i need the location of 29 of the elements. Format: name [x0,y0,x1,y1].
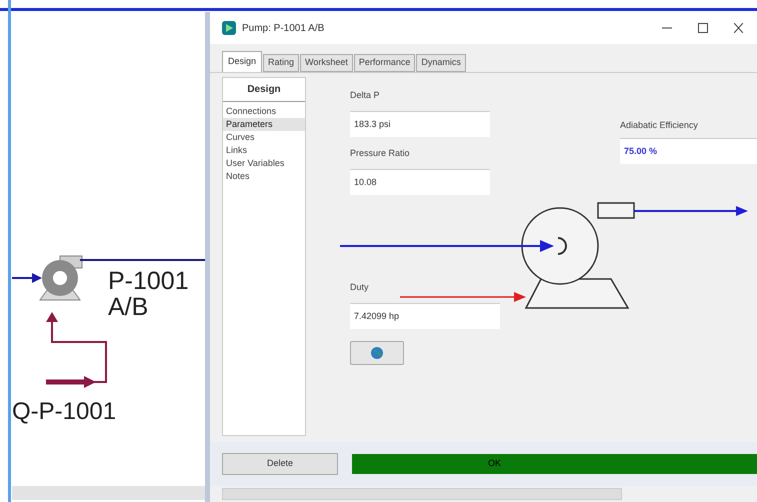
maximize-icon[interactable] [698,23,708,33]
input-field[interactable]: 10.08 [350,170,490,195]
ok-button[interactable]: OK [352,454,757,474]
close-icon[interactable] [734,23,743,33]
nav-header: Design [223,78,305,102]
window-title: Pump: P-1001 A/B [242,22,324,36]
nav-item[interactable]: Notes [223,170,305,183]
input-field[interactable]: 183.3 psi [350,112,490,137]
nav-item[interactable]: User Variables [223,157,305,170]
delete-button[interactable]: Delete [222,453,338,475]
inlet-stream-arrow [12,272,42,284]
nav-item[interactable]: Connections [223,105,305,118]
nav-item[interactable]: Parameters [223,118,305,131]
horizontal-scrollbar[interactable] [222,488,622,500]
pump-label: P-1001 A/B [108,268,190,320]
globe-icon [371,347,383,359]
tab[interactable]: Worksheet [300,54,353,72]
tab[interactable]: Performance [354,54,416,72]
energy-stream-label: Q-P-1001 [12,398,116,426]
nav-item[interactable]: Links [223,144,305,157]
nav-item[interactable]: Curves [223,131,305,144]
duty-field[interactable]: 7.42099 hp [350,304,500,329]
horizontal-scrollbar[interactable] [12,486,205,500]
tab[interactable]: Design [222,51,262,72]
tab[interactable]: Dynamics [416,54,466,72]
globe-button[interactable] [350,341,404,365]
tab[interactable]: Rating [263,54,300,72]
app-logo-icon [222,21,236,35]
efficiency-field[interactable]: 75.00 % [620,138,757,164]
